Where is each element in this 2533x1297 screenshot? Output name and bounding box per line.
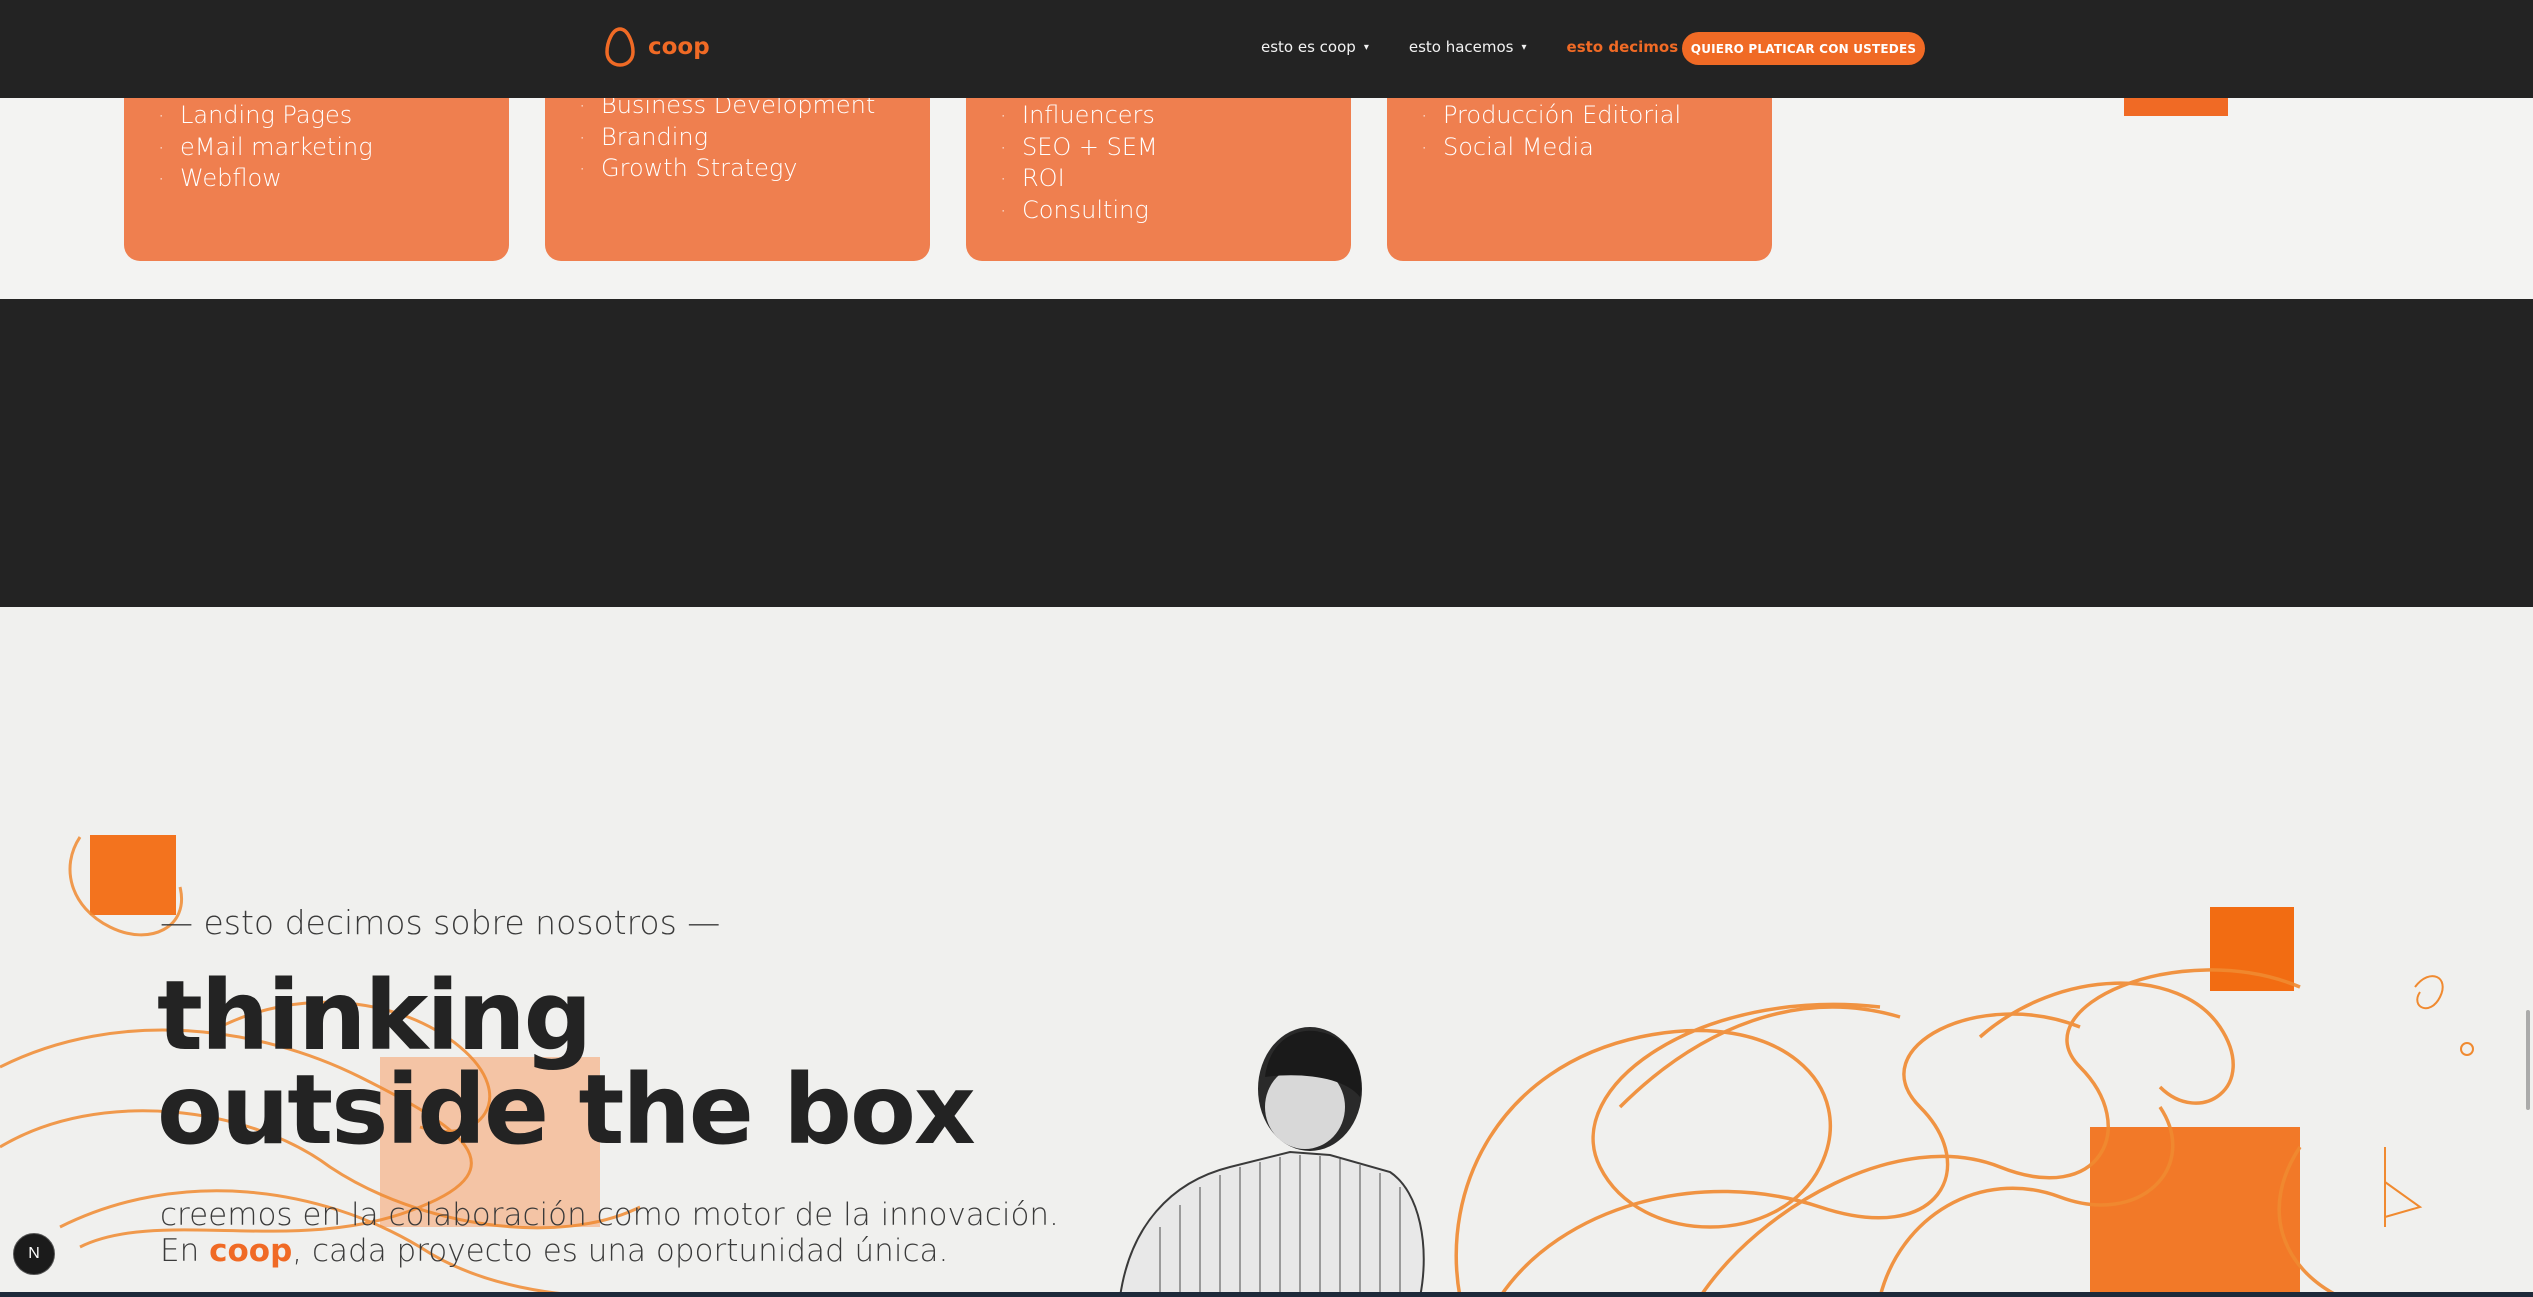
service-item: ROI: [1000, 163, 1158, 195]
service-list: Influencers SEO + SEM ROI Consulting: [1000, 100, 1158, 226]
service-list: Producción Editorial Social Media: [1421, 100, 1681, 163]
hero-headline: thinking outside the box: [157, 960, 976, 1166]
nav-item-esto-es-coop[interactable]: esto es coop ▾: [1261, 38, 1369, 56]
bottom-edge: [0, 1292, 2533, 1297]
hero-section: — esto decimos sobre nosotros — thinking…: [0, 607, 2533, 1297]
top-nav: coop esto es coop ▾ esto hacemos ▾ esto …: [0, 0, 2533, 98]
hero-illustration: [0, 835, 2474, 1297]
main-menu: esto es coop ▾ esto hacemos ▾ esto decim…: [1261, 38, 1691, 56]
service-item: Branding: [579, 122, 875, 154]
contact-cta-button[interactable]: QUIERO PLATICAR CON USTEDES: [1682, 32, 1925, 65]
service-item: eMail marketing: [158, 132, 373, 164]
description-line-2: En coop, cada proyecto es una oportunida…: [160, 1233, 1059, 1269]
description-suffix: , cada proyecto es una oportunidad única…: [292, 1233, 949, 1269]
service-card: Producción Editorial Social Media: [1387, 78, 1772, 261]
next-dev-badge[interactable]: N: [13, 1233, 55, 1275]
dark-divider-section: [0, 299, 2533, 607]
service-list: Business Development Branding Growth Str…: [579, 90, 875, 185]
chevron-down-icon: ▾: [1363, 41, 1369, 53]
brand-highlight: coop: [209, 1233, 293, 1269]
logo[interactable]: coop: [604, 26, 710, 68]
services-section: Landing Pages eMail marketing Webflow Bu…: [0, 78, 2533, 299]
section-eyebrow: — esto decimos sobre nosotros —: [160, 903, 721, 942]
service-item: Social Media: [1421, 132, 1681, 164]
service-item: Influencers: [1000, 100, 1158, 132]
service-item: Webflow: [158, 163, 373, 195]
service-item: Consulting: [1000, 195, 1158, 227]
logo-text: coop: [648, 34, 710, 60]
scrollbar-thumb[interactable]: [2526, 1010, 2530, 1110]
service-list: Landing Pages eMail marketing Webflow: [158, 100, 373, 195]
chevron-down-icon: ▾: [1521, 41, 1527, 53]
headline-line-1: thinking: [157, 960, 592, 1072]
service-card: Business Development Branding Growth Str…: [545, 78, 930, 261]
service-item: Growth Strategy: [579, 153, 875, 185]
nav-item-esto-decimos[interactable]: esto decimos ▾: [1567, 38, 1692, 56]
nav-label: esto hacemos: [1408, 38, 1514, 56]
service-card: Influencers SEO + SEM ROI Consulting: [966, 78, 1351, 261]
hero-description: creemos en la colaboración como motor de…: [160, 1197, 1059, 1269]
service-item: Producción Editorial: [1421, 100, 1681, 132]
orange-accent-block: [2124, 98, 2228, 116]
nav-item-esto-hacemos[interactable]: esto hacemos ▾: [1409, 38, 1527, 56]
headline-line-2: outside the box: [157, 1054, 976, 1166]
service-card: Landing Pages eMail marketing Webflow: [124, 78, 509, 261]
service-item: SEO + SEM: [1000, 132, 1158, 164]
description-prefix: En: [160, 1233, 210, 1269]
description-line-1: creemos en la colaboración como motor de…: [160, 1197, 1059, 1233]
person-illustration: [1118, 1027, 1425, 1297]
egg-logo-icon: [605, 27, 635, 67]
service-item: Landing Pages: [158, 100, 373, 132]
nav-label: esto decimos: [1566, 38, 1679, 56]
nav-label: esto es coop: [1261, 38, 1356, 56]
